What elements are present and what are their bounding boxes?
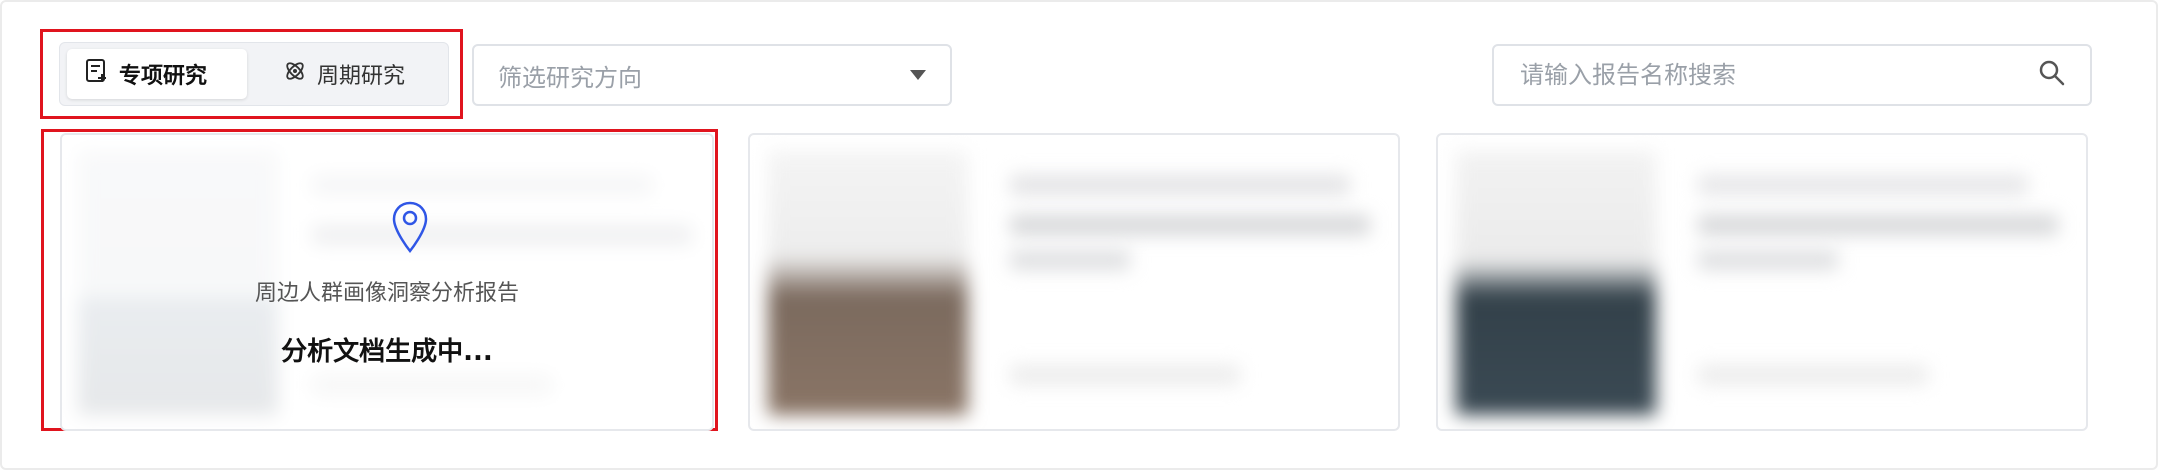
search-icon[interactable] [2038, 59, 2066, 91]
report-card-blurred[interactable] [1436, 133, 2088, 431]
tab-periodic-research[interactable]: 周期研究 [265, 49, 440, 99]
report-card-generating[interactable]: 周边人群画像洞察分析报告 分析文档生成中... [60, 133, 714, 431]
atom-icon [283, 59, 307, 89]
caret-down-icon [910, 70, 926, 80]
report-search-box [1492, 44, 2092, 106]
search-input[interactable] [1518, 60, 2038, 90]
blurred-text-line [1698, 365, 1928, 385]
blurred-text-line [1010, 250, 1130, 270]
blurred-text-line [1010, 215, 1370, 235]
research-type-tabs: 专项研究 周期研究 [59, 42, 449, 106]
report-thumbnail [1456, 151, 1656, 415]
blurred-text-line [1698, 215, 2058, 235]
blurred-text-line [1010, 175, 1350, 195]
tab-label: 周期研究 [317, 64, 406, 89]
report-thumbnail [768, 151, 968, 415]
blurred-text-line [1698, 250, 1838, 270]
report-title: 周边人群画像洞察分析报告 [254, 281, 519, 306]
location-pin-icon [392, 201, 428, 259]
tab-label: 专项研究 [119, 64, 208, 89]
research-direction-select[interactable]: 筛选研究方向 [472, 44, 952, 106]
select-placeholder: 筛选研究方向 [498, 63, 642, 92]
document-add-icon [85, 58, 109, 90]
report-card-blurred[interactable] [748, 133, 1400, 431]
tab-special-research[interactable]: 专项研究 [67, 49, 247, 99]
blurred-text-line [1698, 175, 2028, 195]
blurred-text-line [1010, 365, 1240, 385]
generation-status: 分析文档生成中... [281, 337, 493, 367]
